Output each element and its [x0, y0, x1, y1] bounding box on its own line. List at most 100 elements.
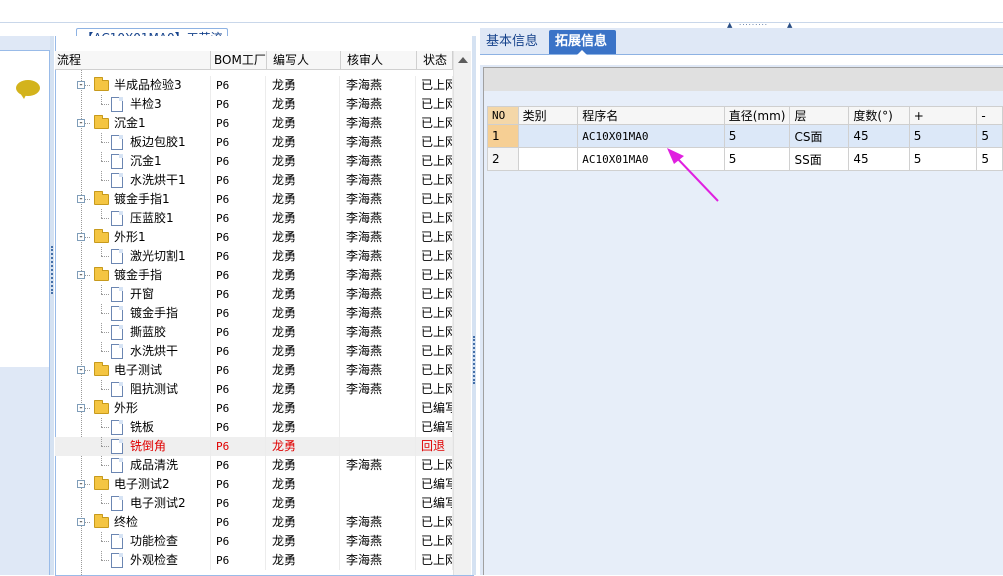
tree-cell-bom-factory[interactable]: P6: [212, 304, 266, 323]
tree-cell-process[interactable]: - 镀金手指: [55, 266, 211, 285]
grid-cell-plus[interactable]: 5: [908, 147, 978, 171]
tree-cell-bom-factory[interactable]: P6: [212, 399, 266, 418]
tree-cell-reviewer[interactable]: [341, 437, 416, 456]
tree-cell-writer[interactable]: 龙勇: [267, 456, 340, 475]
tree-node-label[interactable]: 激光切割1: [130, 247, 186, 266]
tree-cell-reviewer[interactable]: 李海燕: [341, 114, 416, 133]
tree-row[interactable]: - 电子测试 P6龙勇李海燕已上网: [55, 361, 453, 380]
col-header-status[interactable]: 状态: [417, 51, 453, 69]
collapse-toggle-icon[interactable]: -: [77, 518, 85, 527]
tree-cell-reviewer[interactable]: 李海燕: [341, 152, 416, 171]
tree-cell-process[interactable]: 铣倒角: [55, 437, 211, 456]
tree-node-label[interactable]: 外形1: [114, 228, 146, 247]
col-header-bom-factory[interactable]: BOM工厂: [212, 51, 267, 69]
tree-cell-reviewer[interactable]: 李海燕: [341, 228, 416, 247]
tree-cell-bom-factory[interactable]: P6: [212, 475, 266, 494]
tree-cell-writer[interactable]: 龙勇: [267, 418, 340, 437]
tree-row[interactable]: - 半成品检验3 P6龙勇李海燕已上网: [55, 76, 453, 95]
tree-cell-process[interactable]: 半检3: [55, 95, 211, 114]
tree-row[interactable]: - 电子测试2 P6龙勇 已编写: [55, 475, 453, 494]
tree-cell-bom-factory[interactable]: P6: [212, 76, 266, 95]
grid-cell-no[interactable]: 2: [487, 147, 519, 171]
tree-cell-reviewer[interactable]: 李海燕: [341, 380, 416, 399]
collapse-toggle-icon[interactable]: -: [77, 366, 85, 375]
tree-cell-writer[interactable]: 龙勇: [267, 228, 340, 247]
tree-row[interactable]: 铣板 P6龙勇 已编写: [55, 418, 453, 437]
tree-node-label[interactable]: 开窗: [130, 285, 154, 304]
tree-cell-reviewer[interactable]: 李海燕: [341, 513, 416, 532]
tree-cell-writer[interactable]: 龙勇: [267, 152, 340, 171]
grid-cell-degree[interactable]: 45: [848, 124, 910, 148]
tree-row[interactable]: 激光切割1 P6龙勇李海燕已上网: [55, 247, 453, 266]
tree-cell-reviewer[interactable]: 李海燕: [341, 342, 416, 361]
tree-cell-bom-factory[interactable]: P6: [212, 209, 266, 228]
tree-cell-status[interactable]: 已上网: [417, 304, 453, 323]
tree-cell-status[interactable]: 已上网: [417, 228, 453, 247]
tree-cell-process[interactable]: 板边包胶1: [55, 133, 211, 152]
tree-cell-process[interactable]: - 半成品检验3: [55, 76, 211, 95]
tree-cell-bom-factory[interactable]: P6: [212, 133, 266, 152]
tree-cell-process[interactable]: - 电子测试: [55, 361, 211, 380]
grid-cell-plus[interactable]: 5: [908, 124, 978, 148]
grid-cell-layer[interactable]: SS面: [789, 147, 850, 171]
tree-cell-status[interactable]: 已编写: [417, 418, 453, 437]
tree-node-label[interactable]: 压蓝胶1: [130, 209, 174, 228]
tree-row[interactable]: 功能检查 P6龙勇李海燕已上网: [55, 532, 453, 551]
tree-cell-status[interactable]: 已上网: [417, 76, 453, 95]
tree-cell-reviewer[interactable]: 李海燕: [341, 323, 416, 342]
tree-node-label[interactable]: 电子测试2: [130, 494, 186, 513]
tree-node-label[interactable]: 阻抗测试: [130, 380, 178, 399]
tree-cell-bom-factory[interactable]: P6: [212, 342, 266, 361]
tree-cell-process[interactable]: - 沉金1: [55, 114, 211, 133]
tree-vertical-scrollbar[interactable]: [453, 51, 471, 575]
tree-cell-writer[interactable]: 龙勇: [267, 437, 340, 456]
tree-cell-reviewer[interactable]: 李海燕: [341, 133, 416, 152]
tree-cell-bom-factory[interactable]: P6: [212, 513, 266, 532]
tree-cell-reviewer[interactable]: 李海燕: [341, 247, 416, 266]
col-header-reviewer[interactable]: 核审人: [341, 51, 417, 69]
tree-node-label[interactable]: 镀金手指1: [114, 190, 170, 209]
tree-cell-writer[interactable]: 龙勇: [267, 114, 340, 133]
tree-node-label[interactable]: 外观检查: [130, 551, 178, 570]
tree-cell-reviewer[interactable]: 李海燕: [341, 304, 416, 323]
tree-cell-writer[interactable]: 龙勇: [267, 475, 340, 494]
grid-row[interactable]: 2 AC10X01MA0 5 SS面 45 5 5: [487, 147, 1003, 171]
tree-cell-writer[interactable]: 龙勇: [267, 209, 340, 228]
tree-cell-bom-factory[interactable]: P6: [212, 532, 266, 551]
tree-cell-writer[interactable]: 龙勇: [267, 361, 340, 380]
grid-cell-minus[interactable]: 5: [976, 124, 1003, 148]
tree-cell-process[interactable]: 功能检查: [55, 532, 211, 551]
tree-node-label[interactable]: 电子测试: [114, 361, 162, 380]
tree-cell-reviewer[interactable]: 李海燕: [341, 532, 416, 551]
tree-cell-status[interactable]: 已上网: [417, 247, 453, 266]
grid-cell-no[interactable]: 1: [487, 124, 519, 148]
tree-node-label[interactable]: 半成品检验3: [114, 76, 182, 95]
tree-row[interactable]: 水洗烘干1 P6龙勇李海燕已上网: [55, 171, 453, 190]
collapse-toggle-icon[interactable]: -: [77, 271, 85, 280]
tree-cell-process[interactable]: 沉金1: [55, 152, 211, 171]
grid-col-minus[interactable]: -: [976, 106, 1003, 125]
tree-cell-writer[interactable]: 龙勇: [267, 532, 340, 551]
tree-cell-bom-factory[interactable]: P6: [212, 152, 266, 171]
tree-cell-bom-factory[interactable]: P6: [212, 95, 266, 114]
grid-col-layer[interactable]: 层: [789, 106, 850, 125]
tree-cell-process[interactable]: - 外形1: [55, 228, 211, 247]
tree-cell-writer[interactable]: 龙勇: [267, 494, 340, 513]
tree-row[interactable]: - 镀金手指1 P6龙勇李海燕已上网: [55, 190, 453, 209]
tree-cell-bom-factory[interactable]: P6: [212, 228, 266, 247]
tree-row[interactable]: 水洗烘干 P6龙勇李海燕已上网: [55, 342, 453, 361]
collapse-toggle-icon[interactable]: -: [77, 119, 85, 128]
tree-cell-process[interactable]: 外观检查: [55, 551, 211, 570]
tree-cell-process[interactable]: 撕蓝胶: [55, 323, 211, 342]
tree-row[interactable]: - 镀金手指 P6龙勇李海燕已上网: [55, 266, 453, 285]
grid-cell-minus[interactable]: 5: [976, 147, 1003, 171]
tree-cell-bom-factory[interactable]: P6: [212, 494, 266, 513]
tree-cell-status[interactable]: 已上网: [417, 513, 453, 532]
tree-cell-writer[interactable]: 龙勇: [267, 551, 340, 570]
tree-cell-status[interactable]: 已上网: [417, 133, 453, 152]
tree-row[interactable]: 阻抗测试 P6龙勇李海燕已上网: [55, 380, 453, 399]
grid-cell-diameter[interactable]: 5: [723, 147, 791, 171]
chat-bubble-icon[interactable]: [16, 80, 40, 99]
tree-row[interactable]: - 外形1 P6龙勇李海燕已上网: [55, 228, 453, 247]
left-splitter[interactable]: [50, 36, 54, 575]
